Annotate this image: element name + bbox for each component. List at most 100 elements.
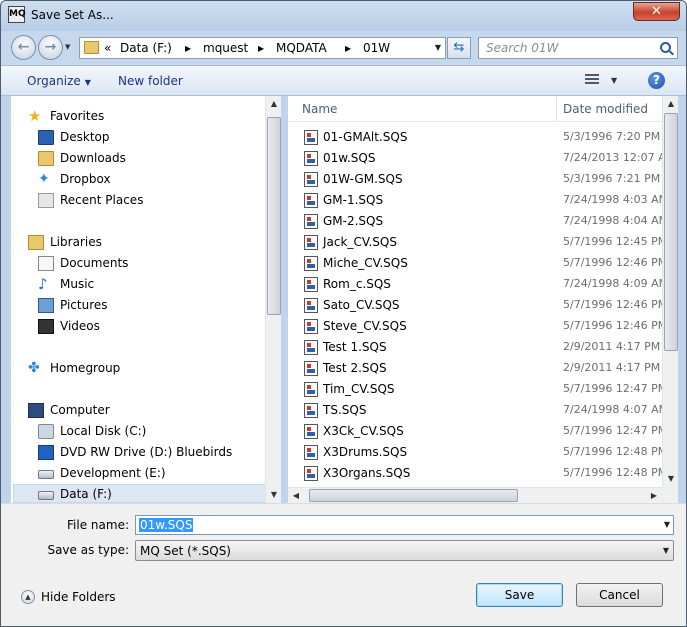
- sqs-file-icon: [304, 172, 318, 187]
- sqs-file-icon: [304, 151, 318, 166]
- save-type-value: MQ Set (*.SQS): [140, 544, 231, 558]
- local-disk-icon: [38, 424, 54, 439]
- file-row[interactable]: 01-GMAlt.SQS 5/3/1996 7:20 PM: [288, 127, 662, 148]
- file-row[interactable]: X3Drums.SQS 5/7/1996 12:48 PM: [288, 442, 662, 463]
- hard-drive-icon: [38, 491, 54, 500]
- file-row[interactable]: Tim_CV.SQS 5/7/1996 12:47 PM: [288, 379, 662, 400]
- file-row[interactable]: Steve_CV.SQS 5/7/1996 12:46 PM: [288, 316, 662, 337]
- navigation-bar: ← → ▼ « Data (F:) ▸ mquest ▸ MQDATA ▸ 01…: [1, 31, 686, 65]
- file-name: 01-GMAlt.SQS: [323, 130, 408, 144]
- app-icon: MQ: [8, 6, 26, 23]
- save-button[interactable]: Save: [476, 583, 563, 607]
- scroll-down-arrow-icon[interactable]: ▼: [266, 487, 282, 503]
- file-row[interactable]: X3Ck_CV.SQS 5/7/1996 12:47 PM: [288, 421, 662, 442]
- music-icon: ♪: [38, 275, 48, 293]
- sidebar-item-label: Homegroup: [50, 361, 121, 375]
- window-title: Save Set As...: [31, 8, 114, 22]
- navigation-pane-scrollbar[interactable]: ▲ ▼: [265, 96, 281, 503]
- breadcrumb-mqdata[interactable]: MQDATA: [276, 41, 327, 55]
- close-button[interactable]: ✕: [633, 2, 680, 21]
- file-row[interactable]: Miche_CV.SQS 5/7/1996 12:46 PM: [288, 253, 662, 274]
- back-button[interactable]: ←: [11, 35, 36, 60]
- file-name: Test 1.SQS: [323, 340, 387, 354]
- libraries-icon: [28, 235, 44, 250]
- sidebar-item-label: DVD RW Drive (D:) Bluebirds: [60, 445, 233, 459]
- breadcrumb-separator[interactable]: ▸: [185, 41, 191, 55]
- file-list-scrollbar[interactable]: ▲ ▼: [662, 96, 678, 487]
- file-name: GM-1.SQS: [323, 193, 384, 207]
- column-header-date-modified[interactable]: Date modified: [563, 102, 648, 116]
- scroll-left-arrow-icon[interactable]: ◀: [288, 488, 304, 504]
- sidebar-item-label: Favorites: [50, 109, 105, 123]
- sidebar-item-label: Data (F:): [60, 487, 112, 501]
- search-icon[interactable]: [660, 42, 671, 53]
- address-dropdown-icon[interactable]: ▼: [435, 43, 441, 52]
- scroll-down-arrow-icon[interactable]: ▼: [663, 471, 679, 487]
- file-row[interactable]: Sato_CV.SQS 5/7/1996 12:46 PM: [288, 295, 662, 316]
- chevron-down-icon[interactable]: ▼: [664, 520, 670, 529]
- file-row[interactable]: X3Organs.SQS 5/7/1996 12:48 PM: [288, 463, 662, 484]
- breadcrumb-01w[interactable]: 01W: [363, 41, 390, 55]
- search-placeholder: Search 01W: [486, 41, 559, 55]
- file-name: X3Organs.SQS: [323, 466, 411, 480]
- file-name: Miche_CV.SQS: [323, 256, 408, 270]
- column-header-name[interactable]: Name: [302, 102, 337, 116]
- organize-button[interactable]: Organize ▼: [27, 74, 91, 88]
- refresh-button[interactable]: ⇆: [447, 37, 471, 59]
- address-bar[interactable]: « Data (F:) ▸ mquest ▸ MQDATA ▸ 01W ▼: [79, 37, 446, 59]
- scroll-up-arrow-icon[interactable]: ▲: [663, 96, 679, 112]
- file-row[interactable]: 01W-GM.SQS 5/3/1996 7:21 PM: [288, 169, 662, 190]
- scrollbar-thumb[interactable]: [267, 117, 281, 315]
- sidebar-item-label: Desktop: [60, 130, 110, 144]
- file-row[interactable]: Rom_c.SQS 7/24/1998 4:09 AM: [288, 274, 662, 295]
- sqs-file-icon: [304, 256, 318, 271]
- sidebar-item-label: Libraries: [50, 235, 102, 249]
- sqs-file-icon: [304, 193, 318, 208]
- scroll-right-arrow-icon[interactable]: ▶: [646, 488, 662, 504]
- file-row[interactable]: Test 2.SQS 2/9/2011 4:17 PM: [288, 358, 662, 379]
- file-row[interactable]: GM-1.SQS 7/24/1998 4:03 AM: [288, 190, 662, 211]
- recent-places-icon: [38, 193, 54, 208]
- view-options-dropdown[interactable]: ▼: [611, 76, 617, 85]
- save-options-panel: File name: 01w.SQS ▼ Save as type: MQ Se…: [1, 503, 686, 626]
- sidebar-item-label: Videos: [60, 319, 100, 333]
- file-row[interactable]: TS.SQS 7/24/1998 4:07 AM: [288, 400, 662, 421]
- breadcrumb-data-drive[interactable]: Data (F:): [120, 41, 172, 55]
- file-date-modified: 5/3/1996 7:20 PM: [563, 130, 661, 143]
- sidebar-item-label: Computer: [50, 403, 110, 417]
- view-options-icon[interactable]: [585, 73, 601, 87]
- file-date-modified: 5/7/1996 12:47 PM: [563, 382, 662, 395]
- recent-locations-dropdown[interactable]: ▼: [65, 43, 70, 51]
- file-name-input[interactable]: 01w.SQS ▼: [135, 515, 674, 535]
- breadcrumb-mquest[interactable]: mquest: [203, 41, 248, 55]
- video-icon: [38, 319, 54, 334]
- save-type-label: Save as type:: [47, 543, 129, 557]
- breadcrumb-overflow[interactable]: «: [104, 41, 111, 55]
- save-type-select[interactable]: MQ Set (*.SQS) ▼: [135, 540, 674, 561]
- new-folder-button[interactable]: New folder: [118, 74, 183, 88]
- file-name-label: File name:: [67, 518, 129, 532]
- scrollbar-thumb[interactable]: [664, 113, 678, 351]
- cancel-button[interactable]: Cancel: [576, 583, 663, 607]
- help-button[interactable]: ?: [648, 72, 665, 89]
- file-name: X3Drums.SQS: [323, 445, 408, 459]
- file-list-horizontal-scrollbar[interactable]: ◀ ▶: [288, 487, 662, 503]
- chevron-down-icon: ▼: [84, 78, 91, 87]
- file-row[interactable]: 01w.SQS 7/24/2013 12:07 AM: [288, 148, 662, 169]
- scrollbar-thumb[interactable]: [309, 489, 518, 502]
- title-bar: MQ Save Set As... ✕: [1, 1, 686, 31]
- organize-label: Organize: [27, 74, 81, 88]
- breadcrumb-separator[interactable]: ▸: [258, 41, 264, 55]
- file-name-value[interactable]: 01w.SQS: [139, 518, 194, 532]
- file-row[interactable]: Jack_CV.SQS 5/7/1996 12:45 PM: [288, 232, 662, 253]
- scroll-up-arrow-icon[interactable]: ▲: [266, 96, 282, 112]
- column-divider[interactable]: [556, 96, 557, 122]
- sqs-file-icon: [304, 424, 318, 439]
- file-row[interactable]: Test 1.SQS 2/9/2011 4:17 PM: [288, 337, 662, 358]
- breadcrumb-separator[interactable]: ▸: [345, 41, 351, 55]
- file-date-modified: 5/7/1996 12:47 PM: [563, 424, 662, 437]
- forward-button[interactable]: →: [38, 35, 63, 60]
- file-row[interactable]: GM-2.SQS 7/24/1998 4:04 AM: [288, 211, 662, 232]
- navigation-pane: ★ Favorites Desktop Downloads ✦ Dropbox …: [11, 96, 281, 503]
- search-input[interactable]: Search 01W: [478, 37, 678, 59]
